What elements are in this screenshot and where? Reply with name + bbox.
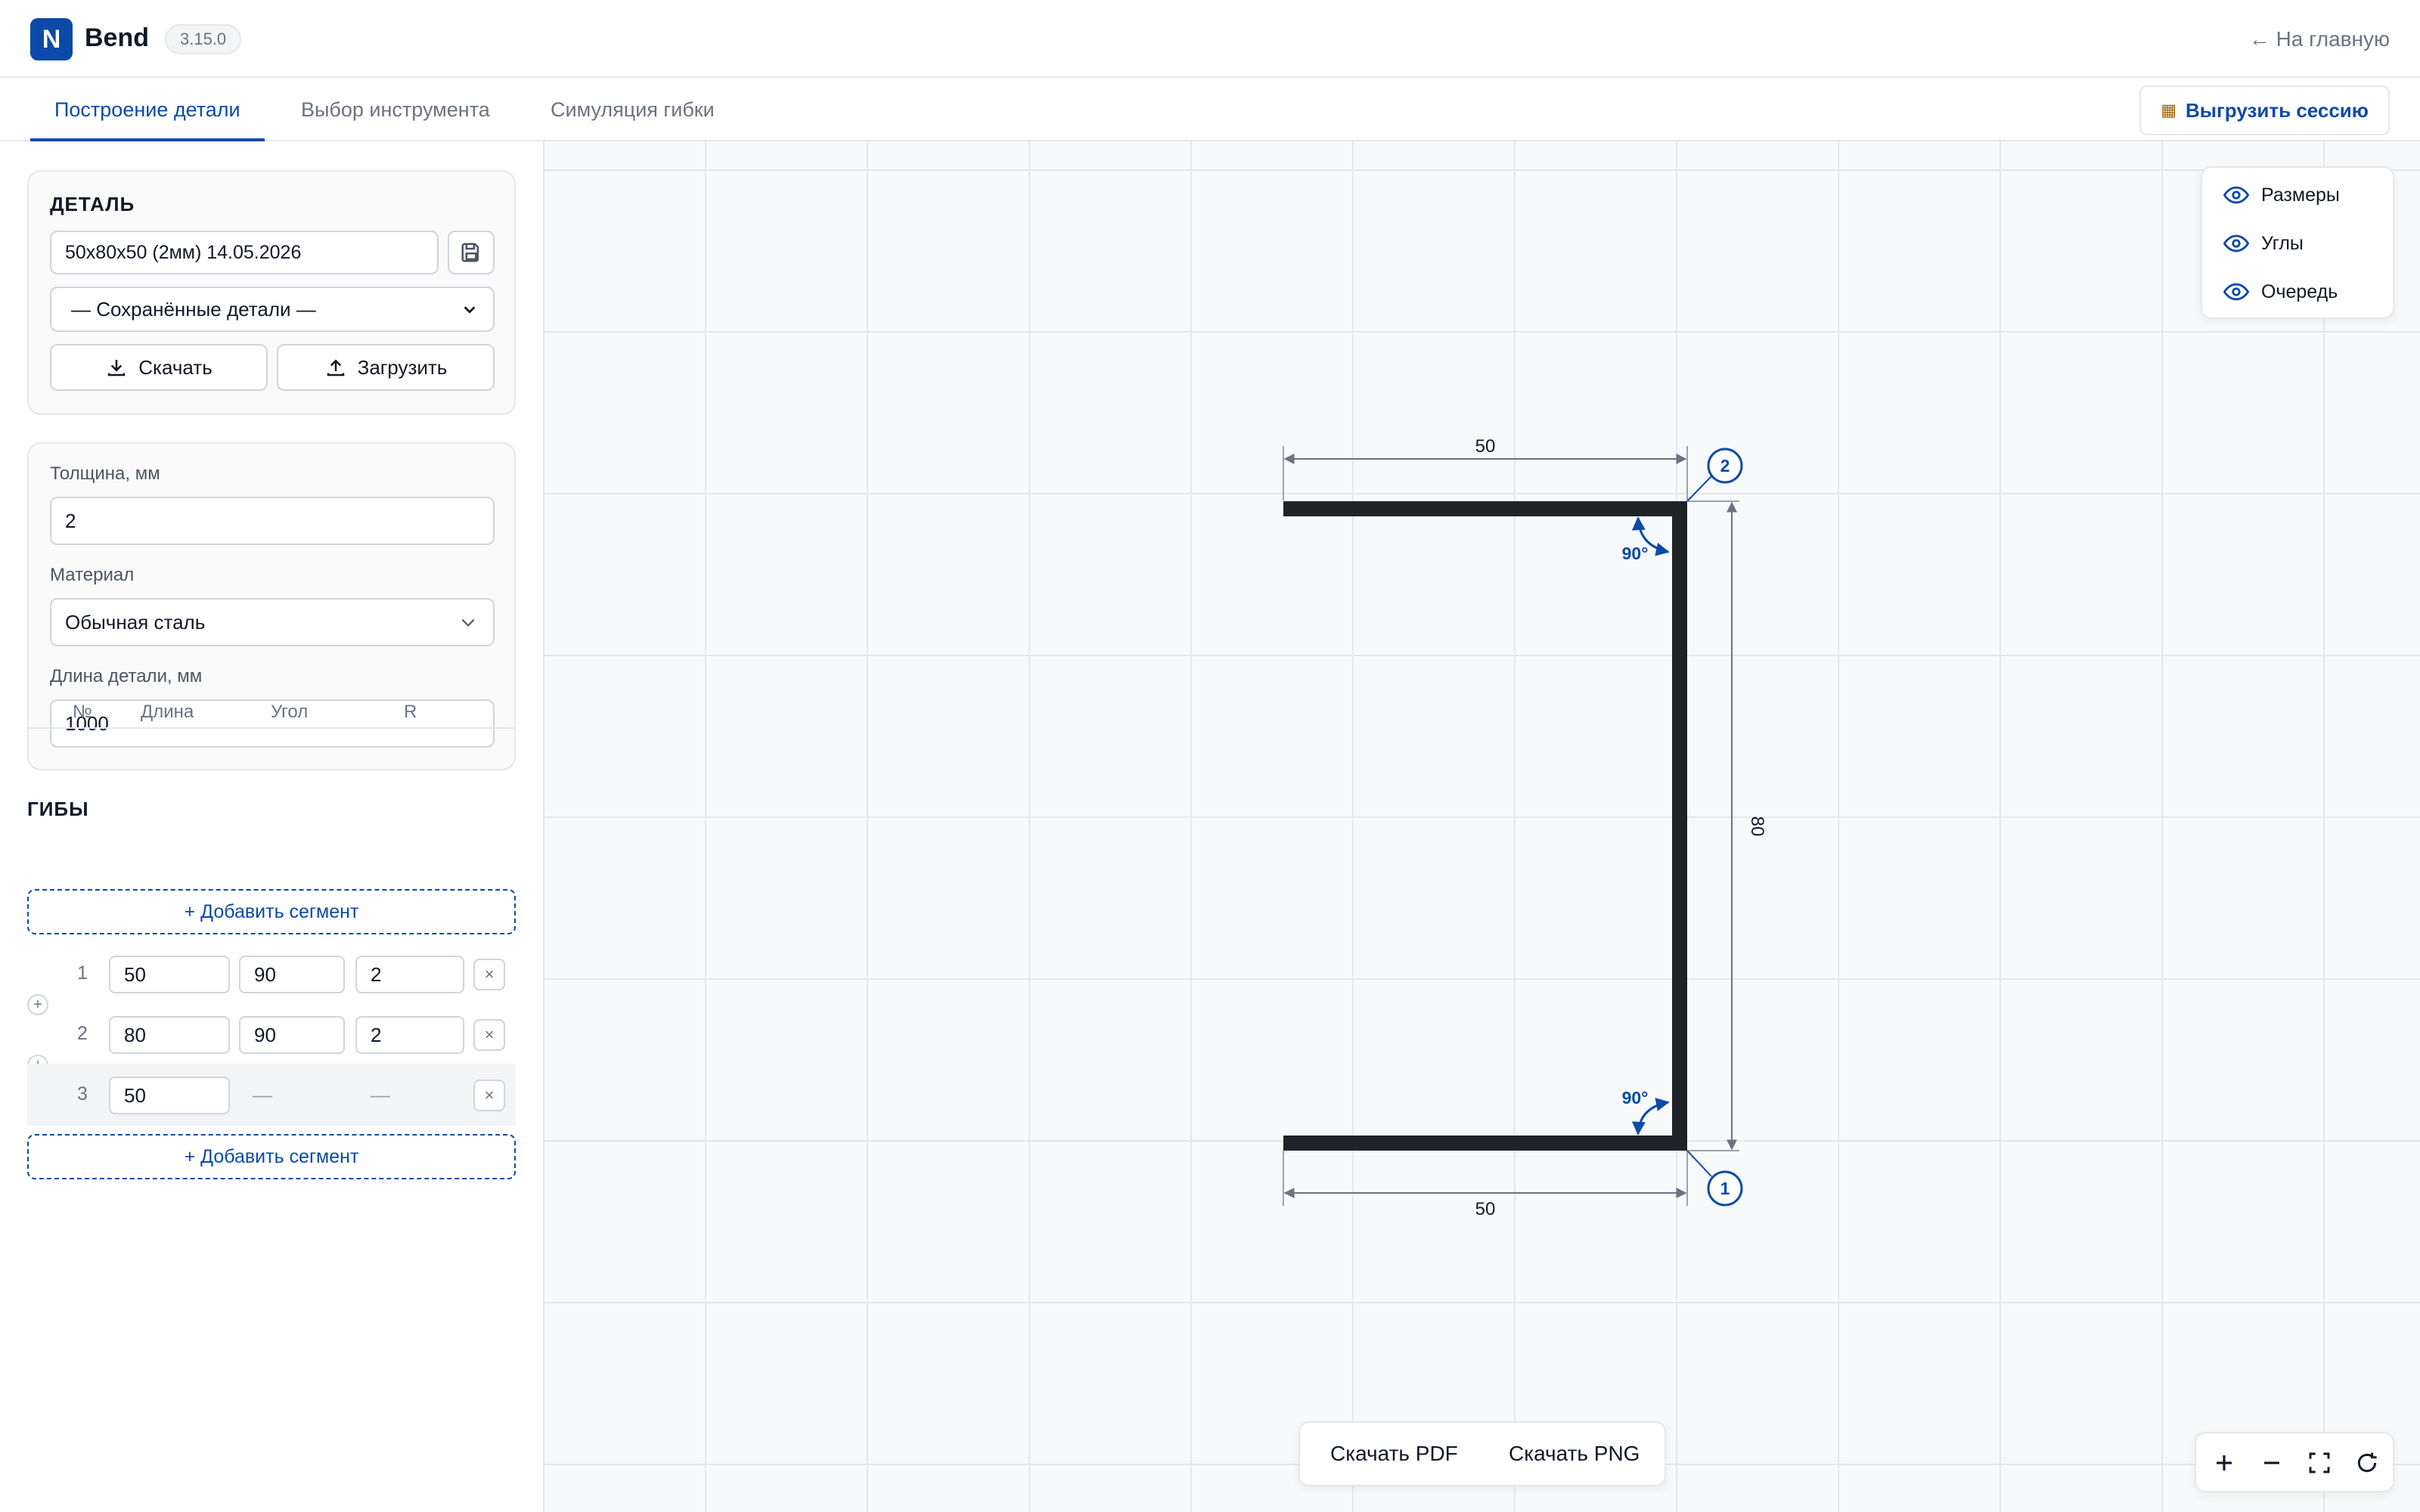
bend-2-number: 2: [1720, 456, 1730, 476]
zoom-in-icon: [2217, 1455, 2232, 1470]
download-pdf-button[interactable]: Скачать PDF: [1330, 1423, 1458, 1485]
bend-1-number: 1: [1720, 1179, 1730, 1198]
layer-toggle-queue[interactable]: Очередь: [2223, 275, 2338, 308]
angle-bottom-label: 90°: [1622, 1088, 1649, 1108]
layer-dimensions-label: Размеры: [2261, 184, 2340, 206]
download-bar: Скачать PDF Скачать PNG: [1298, 1421, 1666, 1486]
eye-icon: [2223, 186, 2249, 204]
zoom-in-button[interactable]: [2204, 1442, 2245, 1483]
reset-view-button[interactable]: [2347, 1442, 2387, 1483]
download-png-button[interactable]: Скачать PNG: [1509, 1423, 1640, 1485]
reset-icon: [2357, 1452, 2377, 1473]
dim-right-label: 80: [1747, 816, 1767, 837]
angle-top-label: 90°: [1622, 544, 1649, 563]
bend-2-leader: [1686, 476, 1712, 502]
part-drawing: 50 50 80 90° 90° 2 1: [1283, 436, 1767, 1219]
zoom-out-button[interactable]: [2251, 1442, 2292, 1483]
zoom-controls: [2195, 1432, 2394, 1492]
layers-panel: Размеры Углы Очередь: [2201, 166, 2394, 319]
bend-1-leader: [1686, 1150, 1712, 1177]
fit-screen-icon: [2309, 1452, 2330, 1473]
dim-top-label: 50: [1475, 436, 1496, 457]
layer-queue-label: Очередь: [2261, 280, 2338, 302]
layer-toggle-dimensions[interactable]: Размеры: [2223, 178, 2340, 212]
eye-icon: [2223, 283, 2249, 301]
eye-icon: [2223, 234, 2249, 253]
layer-angles-label: Углы: [2261, 232, 2304, 254]
layer-toggle-angles[interactable]: Углы: [2223, 227, 2304, 260]
dim-bottom-label: 50: [1475, 1199, 1496, 1219]
part-profile: [1283, 501, 1687, 1151]
fit-screen-button[interactable]: [2299, 1442, 2340, 1483]
zoom-out-icon: [2264, 1461, 2279, 1464]
